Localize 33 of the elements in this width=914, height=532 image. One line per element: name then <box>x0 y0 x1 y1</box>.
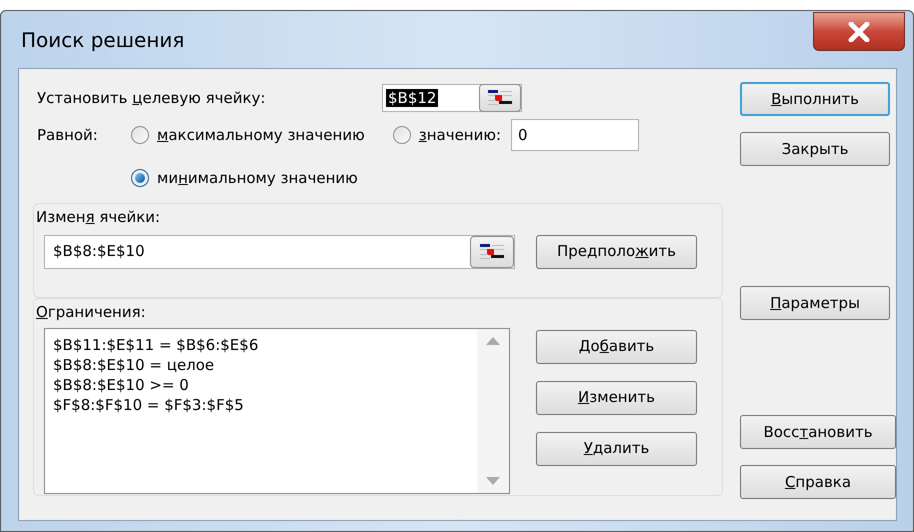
window-title: Поиск решения <box>21 27 184 54</box>
dialog-button[interactable]: Закрыть <box>740 132 890 166</box>
close-icon <box>848 22 870 42</box>
dialog-button[interactable]: Справка <box>740 465 896 499</box>
scrollbar[interactable] <box>477 328 509 492</box>
constraint-item[interactable]: $F$8:$F$10 = $F$3:$F$5 <box>53 394 477 414</box>
radio-button[interactable] <box>131 126 149 144</box>
range-select-button[interactable] <box>479 84 521 112</box>
field-label: Равной: <box>37 124 99 146</box>
dialog-button[interactable]: Параметры <box>740 286 890 320</box>
input-field[interactable]: 0 <box>511 119 640 151</box>
constraint-item[interactable]: $B$8:$E$10 = целое <box>53 354 477 374</box>
constraint-button[interactable]: Удалить <box>536 432 697 466</box>
radio-label[interactable]: минимальному значению <box>157 166 358 190</box>
constraint-button[interactable]: Изменить <box>536 380 697 414</box>
range-select-button[interactable] <box>470 236 514 268</box>
guess-button[interactable]: Предположить <box>536 234 697 268</box>
radio-button[interactable] <box>131 169 149 187</box>
grid-icon <box>480 244 504 260</box>
radio-button[interactable] <box>392 126 411 144</box>
radio-label[interactable]: максимальному значению <box>157 124 365 146</box>
constraint-item[interactable]: $B$8:$E$10 >= 0 <box>53 374 477 394</box>
scroll-down-icon[interactable] <box>486 476 500 484</box>
dialog-button[interactable]: Восстановить <box>740 415 896 449</box>
constraint-item[interactable]: $B$11:$E$11 = $B$6:$E$6 <box>53 334 477 354</box>
field-label: Установить целевую ячейку: <box>37 88 266 109</box>
constraint-button[interactable]: Добавить <box>536 330 697 364</box>
input-field[interactable]: $B$12 <box>386 88 438 107</box>
dialog-button[interactable]: Выполнить <box>740 82 890 116</box>
scroll-up-icon[interactable] <box>486 336 500 344</box>
radio-label[interactable]: значению: <box>418 124 502 146</box>
close-button[interactable] <box>813 12 905 51</box>
grid-icon <box>488 90 512 106</box>
